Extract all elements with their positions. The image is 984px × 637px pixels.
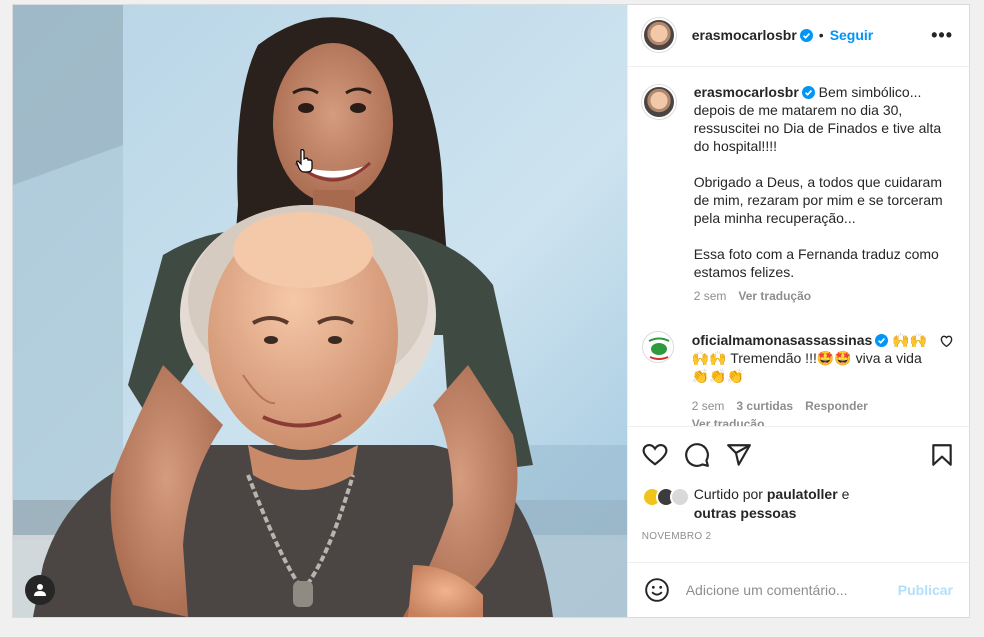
hand-cursor-icon — [296, 149, 313, 173]
bookmark-icon[interactable] — [929, 442, 955, 468]
instagram-post: erasmocarlosbr • Seguir ••• erasmocarlos… — [12, 4, 970, 618]
caption-time[interactable]: 2 sem — [694, 287, 727, 305]
post-actions: Curtido por paulatoller e outras pessoas… — [627, 426, 969, 542]
caption-avatar[interactable] — [641, 84, 676, 119]
caption-username[interactable]: erasmocarlosbr — [694, 84, 799, 100]
post-header: erasmocarlosbr • Seguir ••• — [627, 5, 969, 67]
post-photo[interactable] — [13, 5, 627, 617]
follow-button[interactable]: Seguir — [830, 27, 874, 43]
separator-dot: • — [818, 27, 824, 44]
comment-meta: 2 sem 3 curtidas Responder — [692, 397, 942, 415]
user-tag-button[interactable] — [25, 575, 55, 605]
comment-input[interactable] — [685, 582, 898, 599]
share-icon[interactable] — [726, 442, 752, 468]
mamonas-logo-icon — [643, 332, 673, 362]
action-icons — [642, 441, 955, 469]
heart-icon[interactable] — [642, 442, 668, 468]
caption-paragraph-2: Obrigado a Deus, a todos que cuidaram de… — [693, 173, 943, 226]
liked-by-prefix: Curtido por — [693, 486, 763, 503]
comment-time[interactable]: 2 sem — [692, 397, 725, 415]
comment-translate-link[interactable]: Ver tradução — [692, 415, 942, 426]
post-date[interactable]: NOVEMBRO 2 — [642, 531, 955, 542]
caption-paragraph-3: Essa foto com a Fernanda traduz como est… — [693, 245, 939, 280]
emoji-icon[interactable] — [644, 577, 670, 603]
verified-badge-icon — [799, 28, 813, 42]
post-photo-scene — [13, 5, 627, 617]
comment-likes[interactable]: 3 curtidas — [736, 397, 793, 415]
comment-icon[interactable] — [684, 442, 710, 468]
liked-by: Curtido por paulatoller e outras pessoas — [641, 485, 955, 523]
liker-avatars[interactable] — [641, 487, 694, 508]
caption-translate-link[interactable]: Ver tradução — [738, 287, 811, 305]
commenter-username[interactable]: oficialmamonasassassinas — [692, 332, 873, 348]
caption: erasmocarlosbr Bem simbólico... depois d… — [641, 83, 953, 305]
liked-by-text: Curtido por paulatoller e outras pessoas — [694, 485, 850, 523]
author-avatar[interactable] — [641, 18, 676, 53]
add-comment-bar: Publicar — [627, 562, 969, 617]
comments-section: erasmocarlosbr Bem simbólico... depois d… — [628, 67, 969, 426]
liker-avatar — [669, 487, 690, 508]
comment-item: oficialmamonasassassinas 🙌🙌🙌🙌 Tremendão … — [641, 330, 953, 426]
publish-button[interactable]: Publicar — [898, 582, 953, 598]
reply-link[interactable]: Responder — [805, 397, 868, 415]
post-side-panel: erasmocarlosbr • Seguir ••• erasmocarlos… — [626, 5, 969, 617]
caption-meta: 2 sem Ver tradução — [694, 287, 944, 305]
author-username[interactable]: erasmocarlosbr — [692, 27, 797, 43]
verified-badge-icon — [875, 333, 889, 347]
commenter-avatar[interactable] — [641, 330, 674, 363]
user-tag-icon — [34, 584, 46, 596]
liked-by-user[interactable]: paulatoller — [767, 486, 838, 502]
comment-body: oficialmamonasassassinas 🙌🙌🙌🙌 Tremendão … — [692, 331, 942, 426]
liked-by-connector: e — [841, 486, 850, 503]
more-options-button[interactable]: ••• — [931, 25, 953, 46]
comment-like-heart-icon[interactable] — [940, 335, 953, 348]
verified-badge-icon — [801, 85, 815, 99]
caption-body: erasmocarlosbr Bem simbólico... depois d… — [694, 83, 944, 305]
liked-by-others[interactable]: outras pessoas — [694, 505, 797, 521]
